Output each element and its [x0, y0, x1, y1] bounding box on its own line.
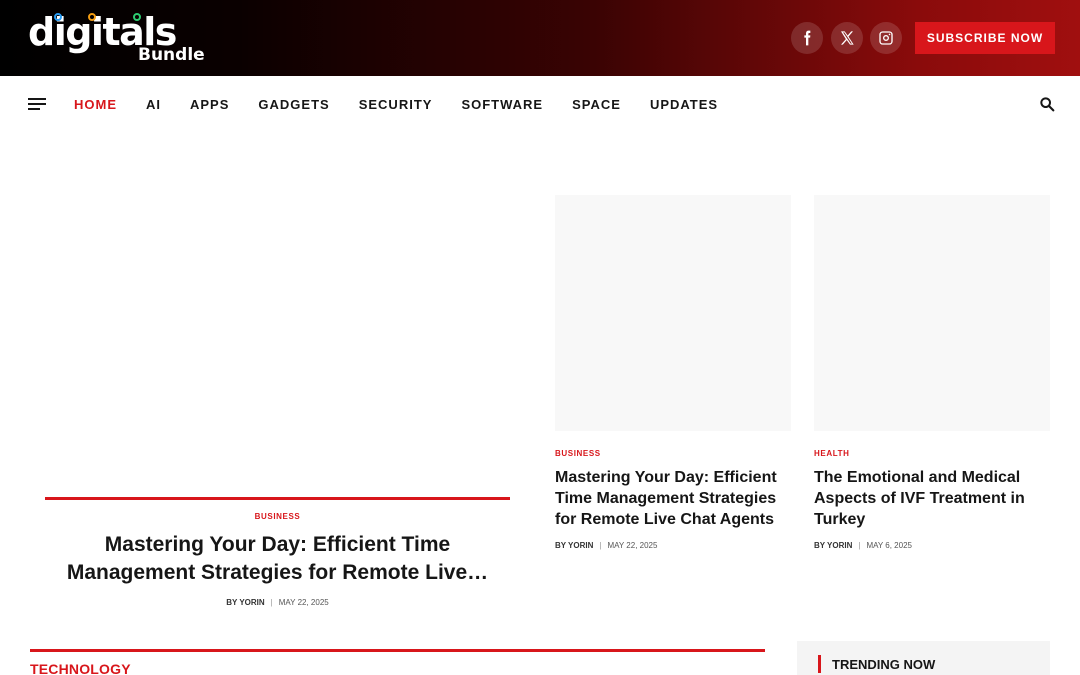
facebook-icon [804, 30, 811, 46]
subscribe-button[interactable]: SUBSCRIBE NOW [915, 22, 1055, 54]
card-image[interactable] [555, 195, 791, 431]
featured-meta: BY YORIN | MAY 22, 2025 [226, 598, 329, 607]
instagram-icon [879, 31, 893, 45]
card-author[interactable]: BY YORIN [555, 541, 593, 550]
facebook-button[interactable] [791, 22, 823, 54]
card-date: MAY 6, 2025 [866, 541, 912, 550]
instagram-button[interactable] [870, 22, 902, 54]
featured-title[interactable]: Mastering Your Day: Efficient Time Manag… [60, 531, 495, 587]
nav-item-security[interactable]: SECURITY [359, 97, 433, 112]
nav-item-home[interactable]: HOME [74, 97, 117, 112]
x-button[interactable] [831, 22, 863, 54]
nav-item-gadgets[interactable]: GADGETS [258, 97, 329, 112]
card-image[interactable] [814, 195, 1050, 431]
card-meta: BY YORIN | MAY 22, 2025 [555, 541, 658, 550]
featured-author[interactable]: BY YORIN [226, 598, 264, 607]
nav-menu: HOME AI APPS GADGETS SECURITY SOFTWARE S… [74, 76, 747, 132]
nav-item-apps[interactable]: APPS [190, 97, 229, 112]
nav-item-software[interactable]: SOFTWARE [461, 97, 543, 112]
featured-date: MAY 22, 2025 [278, 598, 329, 607]
logo-dot-orange [88, 13, 96, 21]
hamburger-icon[interactable] [28, 98, 46, 112]
site-logo[interactable]: digitals Bundle [28, 10, 218, 68]
featured-category[interactable]: BUSINESS [45, 512, 510, 521]
nav-item-ai[interactable]: AI [146, 97, 161, 112]
search-icon[interactable] [1039, 96, 1055, 112]
card-category[interactable]: HEALTH [814, 449, 849, 458]
main-nav: HOME AI APPS GADGETS SECURITY SOFTWARE S… [0, 76, 1080, 132]
card-author[interactable]: BY YORIN [814, 541, 852, 550]
technology-divider [30, 649, 765, 652]
card-title[interactable]: The Emotional and Medical Aspects of IVF… [814, 467, 1046, 530]
card-date: MAY 22, 2025 [607, 541, 658, 550]
trending-heading: TRENDING NOW [832, 657, 936, 672]
technology-heading[interactable]: TECHNOLOGY [30, 661, 131, 675]
logo-subtitle: Bundle [138, 45, 205, 65]
logo-dot-green [133, 13, 141, 21]
nav-item-updates[interactable]: UPDATES [650, 97, 718, 112]
card-category[interactable]: BUSINESS [555, 449, 601, 458]
x-icon [841, 31, 854, 45]
card-title[interactable]: Mastering Your Day: Efficient Time Manag… [555, 467, 787, 530]
site-header: digitals Bundle SUBSCRIBE NOW [0, 0, 1080, 76]
nav-item-space[interactable]: SPACE [572, 97, 621, 112]
logo-dot-blue [54, 13, 62, 21]
card-meta: BY YORIN | MAY 6, 2025 [814, 541, 912, 550]
featured-divider [45, 497, 510, 500]
trending-accent [818, 655, 821, 673]
trending-widget: TRENDING NOW [797, 641, 1050, 675]
